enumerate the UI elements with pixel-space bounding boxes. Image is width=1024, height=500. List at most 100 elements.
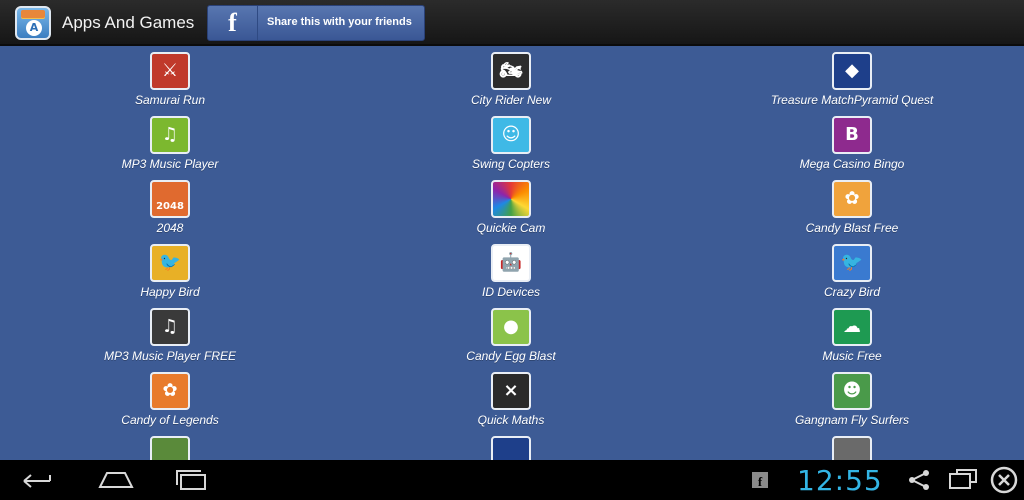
icon-glyph: × (503, 380, 519, 401)
candy-egg-icon: ● (491, 308, 531, 346)
apps-list[interactable]: ⚔ Samurai Run 🏍 City Rider New ◆ Treasure Mat… (0, 46, 1024, 460)
app-label: ID Devices (481, 285, 540, 299)
app-item[interactable] (722, 436, 982, 460)
app-item[interactable]: 2048 2048 (40, 180, 300, 235)
apps-folder-icon[interactable]: A (15, 6, 51, 40)
icon-glyph (152, 438, 188, 460)
app-label: MP3 Music Player (121, 157, 219, 171)
icon-glyph: 🤖 (499, 252, 523, 273)
app-item[interactable]: ♫ MP3 Music Player (40, 116, 300, 171)
app-item[interactable]: ☺ Swing Copters (381, 116, 641, 171)
app-item[interactable]: 🏍 City Rider New (381, 52, 641, 107)
icon-glyph (493, 182, 529, 216)
icon-glyph: B (845, 124, 859, 145)
happy-bird-icon: 🐦 (150, 244, 190, 282)
icon-glyph: ● (503, 316, 519, 337)
app-label: Quick Maths (477, 413, 545, 427)
icon-glyph: ♫ (161, 124, 179, 145)
app-label: Gangnam Fly Surfers (794, 413, 910, 427)
app-row: ✿ Candy of Legends × Quick Maths ☻ Gangnam Fl… (0, 372, 1024, 436)
app-label: Candy Egg Blast (466, 349, 556, 363)
icon-glyph: ☺ (501, 124, 521, 145)
icon-glyph (493, 438, 529, 460)
app-row: ♫ MP3 Music Player FREE ● Candy Egg Blast ☁ M… (0, 308, 1024, 372)
app-item[interactable]: ⚔ Samurai Run (40, 52, 300, 107)
icon-glyph: ◆ (845, 60, 859, 81)
app-item[interactable]: Quickie Cam (381, 180, 641, 235)
camera-color-wheel-icon (491, 180, 531, 218)
app-label: Music Free (822, 349, 882, 363)
candy-blast-icon: ✿ (832, 180, 872, 218)
app-item[interactable]: 🐦 Crazy Bird (722, 244, 982, 299)
app-label: Crazy Bird (823, 285, 880, 299)
app-label: 2048 (156, 221, 184, 235)
app-item[interactable]: 🐦 Happy Bird (40, 244, 300, 299)
home-icon[interactable] (97, 468, 135, 492)
samurai-run-icon: ⚔ (150, 52, 190, 90)
download-music-icon: ♫ (150, 308, 190, 346)
close-icon[interactable] (990, 466, 1018, 494)
app-label: City Rider New (470, 93, 551, 107)
swing-copters-icon: ☺ (491, 116, 531, 154)
icon-glyph: 2048 (156, 201, 184, 212)
app-label: MP3 Music Player FREE (103, 349, 237, 363)
casino-bingo-icon: B (832, 116, 872, 154)
app-label: Swing Copters (471, 157, 551, 171)
app-row: 🐦 Happy Bird 🤖 ID Devices 🐦 Crazy Bird (0, 244, 1024, 308)
app-row (0, 436, 1024, 460)
music-note-icon: ♫ (150, 116, 190, 154)
svg-text:f: f (758, 474, 763, 488)
icon-glyph: ✿ (162, 380, 178, 401)
icon-glyph: ☻ (842, 380, 862, 401)
app-item[interactable] (40, 436, 300, 460)
app-item[interactable] (381, 436, 641, 460)
app-label: Candy of Legends (121, 413, 219, 427)
icon-glyph: ⚔ (161, 60, 179, 81)
app-item[interactable]: ☻ Gangnam Fly Surfers (722, 372, 982, 427)
icon-glyph: 🐦 (840, 252, 864, 273)
back-icon[interactable] (20, 468, 56, 492)
share-label: Share this with your friends (267, 16, 412, 28)
quick-maths-icon: × (491, 372, 531, 410)
icon-glyph (834, 438, 870, 460)
app-title: Apps And Games (62, 13, 195, 32)
app-row: ♫ MP3 Music Player ☺ Swing Copters B Mega Cas… (0, 116, 1024, 180)
icon-glyph: ✿ (844, 188, 860, 209)
navigation-bar: f 12:55 (0, 460, 1024, 500)
app-item[interactable]: ◆ Treasure MatchPyramid Quest (722, 52, 982, 107)
app-item[interactable]: 🤖 ID Devices (381, 244, 641, 299)
app-row: 2048 2048 Quickie Cam ✿ Candy Blast Free (0, 180, 1024, 244)
app-label: Samurai Run (134, 93, 206, 107)
gangnam-surfers-icon: ☻ (832, 372, 872, 410)
icon-glyph: ♫ (161, 316, 179, 337)
app-item[interactable]: × Quick Maths (381, 372, 641, 427)
icon-glyph: ☁ (843, 316, 861, 337)
app-item[interactable]: B Mega Casino Bingo (722, 116, 982, 171)
app-item[interactable]: ✿ Candy Blast Free (722, 180, 982, 235)
android-robot-icon: 🤖 (491, 244, 531, 282)
app-item[interactable]: ♫ MP3 Music Player FREE (40, 308, 300, 363)
recent-apps-icon[interactable] (173, 468, 211, 492)
partial-app-icon (491, 436, 531, 460)
share-icon[interactable] (906, 468, 932, 492)
facebook-share-button[interactable]: f Share this with your friends (207, 5, 425, 41)
city-rider-icon: 🏍 (491, 52, 531, 90)
window-icon[interactable] (947, 468, 979, 492)
app-label: Treasure MatchPyramid Quest (770, 93, 934, 107)
app-item[interactable]: ✿ Candy of Legends (40, 372, 300, 427)
app-label: Quickie Cam (476, 221, 546, 235)
app-item[interactable]: ● Candy Egg Blast (381, 308, 641, 363)
app-item[interactable]: ☁ Music Free (722, 308, 982, 363)
music-cloud-icon: ☁ (832, 308, 872, 346)
facebook-notification-icon[interactable]: f (752, 472, 768, 488)
icon-glyph: 🏍 (499, 60, 523, 81)
app-label: Happy Bird (140, 285, 200, 299)
app-label: Mega Casino Bingo (799, 157, 905, 171)
treasure-match-icon: ◆ (832, 52, 872, 90)
partial-app-icon (832, 436, 872, 460)
game-2048-icon: 2048 (150, 180, 190, 218)
apps-grid: ⚔ Samurai Run 🏍 City Rider New ◆ Treasure Mat… (0, 52, 1024, 460)
app-label: Candy Blast Free (805, 221, 899, 235)
icon-glyph: 🐦 (158, 252, 182, 273)
action-bar: A Apps And Games f Share this with your … (0, 0, 1024, 46)
